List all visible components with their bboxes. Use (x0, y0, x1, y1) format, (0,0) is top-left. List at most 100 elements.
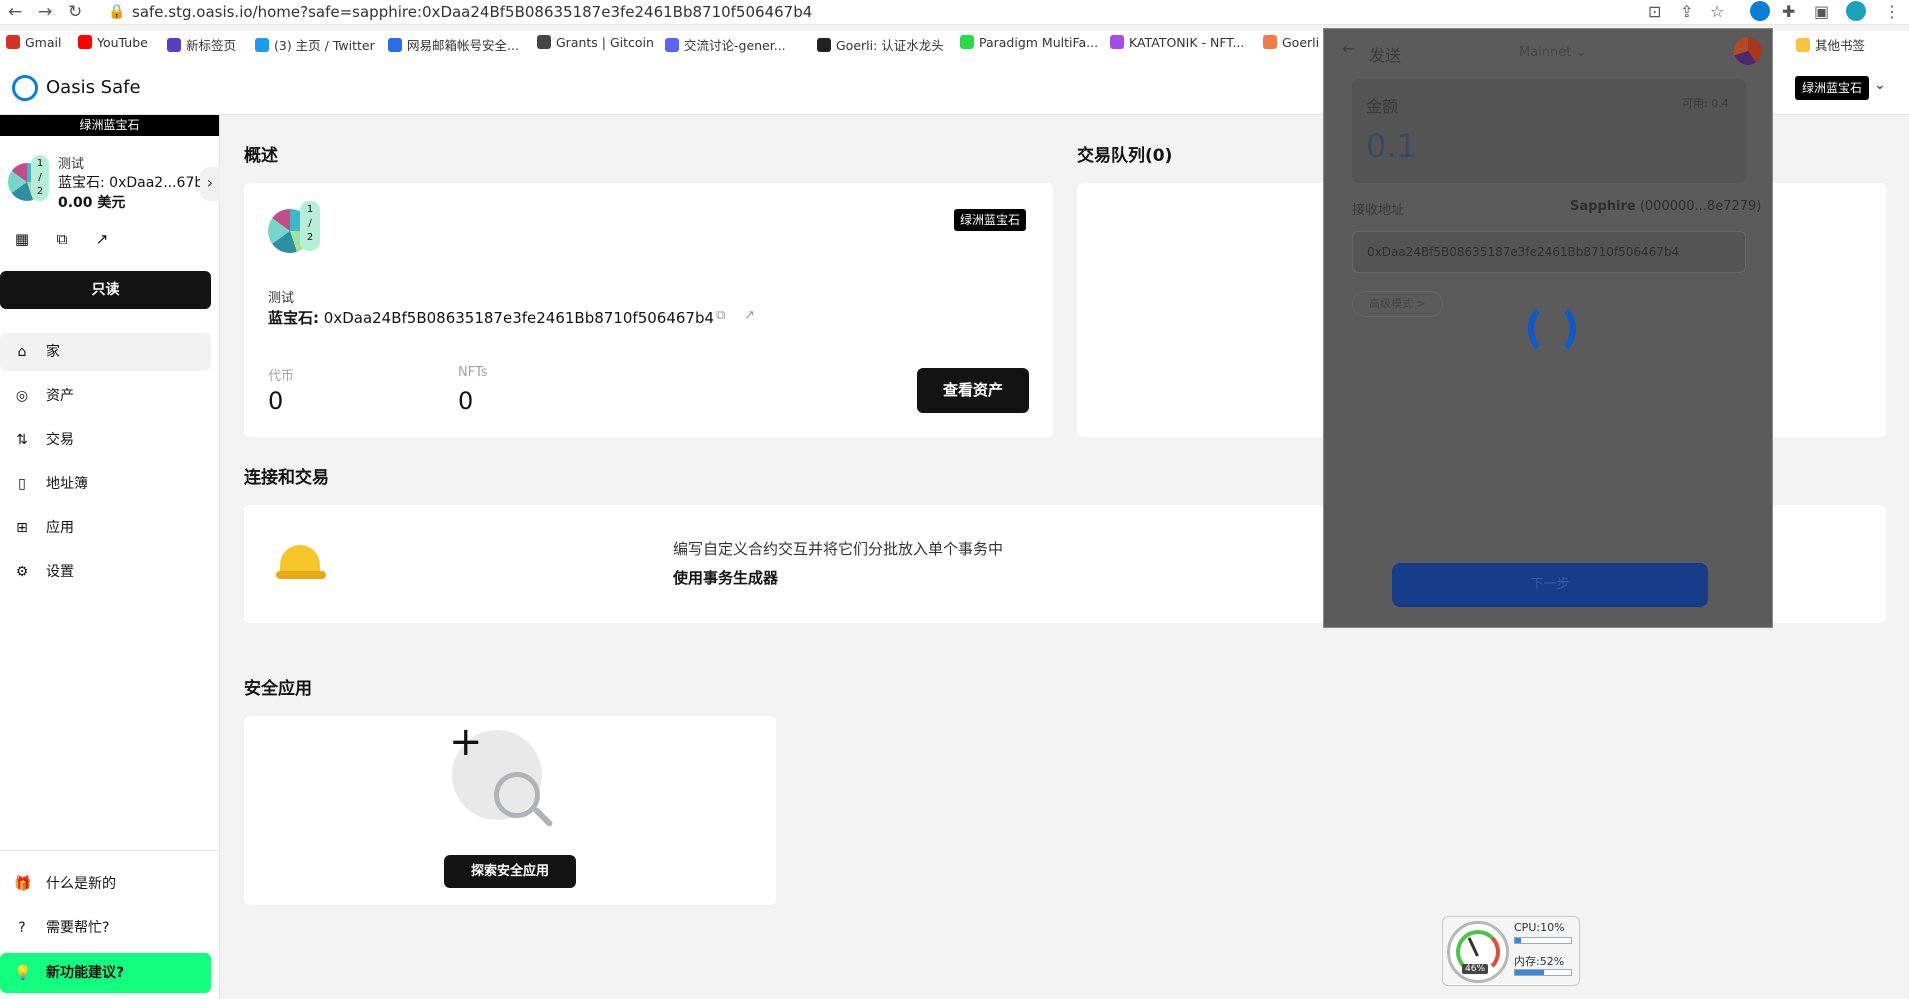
bookmark-icon (388, 38, 402, 52)
bookmark-item[interactable]: Gmail (6, 35, 61, 50)
advanced-mode-button[interactable]: 高级模式 > (1352, 291, 1443, 317)
bookmark-item[interactable]: 新标签页 (167, 35, 236, 54)
share-icon[interactable]: ⇪ (1680, 2, 1693, 21)
bookmark-icon (665, 38, 679, 52)
threshold-badge: 1 / 2 (31, 155, 49, 201)
queue-title: 交易队列(0) (1077, 146, 1173, 166)
bookmark-icon (1110, 35, 1124, 49)
hard-hat-icon (276, 541, 326, 581)
copy-icon[interactable]: ⧉ (716, 308, 725, 323)
view-assets-button[interactable]: 查看资产 (917, 368, 1029, 413)
lightbulb-icon: 💡 (14, 965, 32, 981)
safe-apps-card: + 探索安全应用 (244, 716, 776, 905)
help-icon: ? (18, 920, 26, 936)
bookmark-icon (167, 38, 181, 52)
sidebar-item-transactions[interactable]: ⇅ 交易 (0, 421, 211, 459)
external-link-icon[interactable]: ↗ (744, 308, 755, 323)
back-arrow-icon[interactable]: ← (1342, 39, 1355, 58)
profile-avatar[interactable] (1846, 1, 1866, 21)
tx-builder-link[interactable]: 使用事务生成器 (673, 567, 778, 588)
external-link-icon[interactable]: ↗ (88, 225, 116, 253)
cpu-bar (1514, 937, 1572, 944)
reload-icon[interactable]: ↻ (68, 2, 82, 22)
nfts-label: NFTs (458, 365, 488, 380)
network-selector[interactable]: Mainnet ⌄ (1519, 45, 1586, 60)
bookmark-icon (6, 35, 20, 49)
bookmark-item[interactable]: Paradigm MultiFa... (960, 35, 1098, 50)
sidebar-item-assets[interactable]: ◎ 资产 (0, 377, 211, 415)
popup-title: 发送 (1369, 46, 1402, 65)
bookmark-item[interactable]: Goerli: 认证水龙头 (817, 35, 944, 54)
bookmark-icon (1263, 35, 1277, 49)
back-icon[interactable]: ← (8, 2, 22, 22)
read-only-button[interactable]: 只读 (0, 271, 211, 309)
feature-request-button[interactable]: 💡 新功能建议? (0, 953, 211, 993)
copy-icon[interactable]: ⧉ (48, 225, 76, 253)
safe-address: 蓝宝石: 0xDaa2...67b4 (58, 175, 203, 191)
chevron-down-icon: ⌄ (1571, 45, 1587, 60)
extensions-icon[interactable]: ✚ (1782, 2, 1795, 21)
next-button[interactable]: 下一步 (1392, 563, 1708, 607)
tokens-value: 0 (268, 387, 284, 415)
sidepanel-icon[interactable]: ▣ (1814, 2, 1829, 21)
recipient-chain: Sapphire (000000...8e7279) (1570, 199, 1762, 214)
sidebar-item-settings[interactable]: ⚙ 设置 (0, 553, 211, 591)
threshold-badge: 1 / 2 (300, 201, 320, 251)
amount-field[interactable]: 金额 可用: 0.4 0.1 (1352, 79, 1746, 183)
tx-builder-description: 编写自定义合约交互并将它们分批放入单个事务中 (673, 540, 1004, 558)
oasis-extension-icon[interactable] (1750, 1, 1770, 21)
url-input[interactable]: safe.stg.oasis.io/home?safe=sapphire:0xD… (132, 3, 812, 21)
bookmark-item[interactable]: 交流讨论-gener... (665, 35, 786, 54)
network-badge[interactable]: 绿洲蓝宝石 (1795, 76, 1870, 100)
network-badge: 绿洲蓝宝石 (954, 209, 1027, 231)
browser-address-bar: ← → ↻ 🔒 safe.stg.oasis.io/home?safe=sapp… (0, 0, 1909, 25)
sidebar-item-address-book[interactable]: ▯ 地址簿 (0, 465, 211, 503)
overview-title: 概述 (244, 146, 278, 166)
recipient-label: 接收地址 (1352, 203, 1405, 218)
bookmark-icon (255, 38, 269, 52)
home-icon: ⌂ (17, 344, 27, 360)
forward-icon[interactable]: → (38, 2, 52, 22)
nfts-value: 0 (458, 387, 474, 415)
bookmark-item[interactable]: Grants | Gitcoin (537, 35, 654, 50)
amount-label: 金额 (1366, 97, 1399, 116)
oasis-logo-icon (12, 75, 38, 101)
star-icon[interactable]: ☆ (1710, 2, 1724, 21)
chevron-down-icon[interactable]: ⌄ (1874, 77, 1886, 93)
qr-code-icon[interactable]: ▦ (8, 225, 36, 253)
bookmark-item[interactable]: Goerli (1263, 35, 1319, 50)
sidebar-divider (0, 850, 219, 851)
bookmark-item[interactable]: YouTube (78, 35, 148, 50)
safe-balance: 0.00 美元 (58, 195, 126, 211)
assets-icon: ◎ (15, 388, 29, 404)
search-handle (532, 806, 554, 828)
gift-icon: 🎁 (14, 876, 32, 892)
other-bookmarks[interactable]: 其他书签 (1796, 35, 1865, 54)
account-avatar[interactable] (1734, 37, 1762, 65)
explore-safe-apps-button[interactable]: 探索安全应用 (444, 855, 576, 888)
overview-card: 1 / 2 绿洲蓝宝石 测试 蓝宝石: 0xDaa24Bf5B08635187e… (244, 183, 1053, 437)
apps-icon: ⊞ (16, 520, 28, 536)
lock-icon: 🔒 (108, 4, 126, 20)
whats-new-link[interactable]: 🎁 什么是新的 (0, 865, 211, 903)
bookmark-item[interactable]: 网易邮箱帐号安全... (388, 35, 519, 54)
sidebar: 绿洲蓝宝石 1 / 2 测试 蓝宝石: 0xDaa2...67b4 0.00 美… (0, 115, 220, 999)
sidebar-item-home[interactable]: ⌂ 家 (0, 333, 211, 371)
gauge-value: 46% (1462, 964, 1489, 974)
send-popup: ← 发送 Mainnet ⌄ 金额 可用: 0.4 0.1 接收地址 Sapph… (1323, 28, 1773, 628)
plus-icon: + (449, 719, 483, 765)
bookmark-icon (817, 38, 831, 52)
connect-title: 连接和交易 (244, 468, 329, 488)
transactions-icon: ⇅ (16, 432, 28, 448)
safe-address: 0xDaa24Bf5B08635187e3fe2461Bb8710f506467… (323, 309, 715, 327)
recipient-input[interactable]: 0xDaa24Bf5B08635187e3fe2461Bb8710f506467… (1352, 231, 1746, 273)
sidebar-item-apps[interactable]: ⊞ 应用 (0, 509, 211, 547)
translate-icon[interactable]: ⊡ (1648, 2, 1661, 21)
amount-value[interactable]: 0.1 (1366, 127, 1417, 165)
menu-icon[interactable]: ⋮ (1884, 2, 1900, 21)
help-link[interactable]: ? 需要帮忙? (0, 909, 211, 947)
bookmark-item[interactable]: (3) 主页 / Twitter (255, 35, 375, 54)
system-monitor-widget[interactable]: 46% CPU:10% 内存:52% (1442, 916, 1580, 986)
bookmark-item[interactable]: KATATONIK - NFT... (1110, 35, 1244, 50)
chevron-right-icon[interactable]: › (200, 167, 220, 201)
